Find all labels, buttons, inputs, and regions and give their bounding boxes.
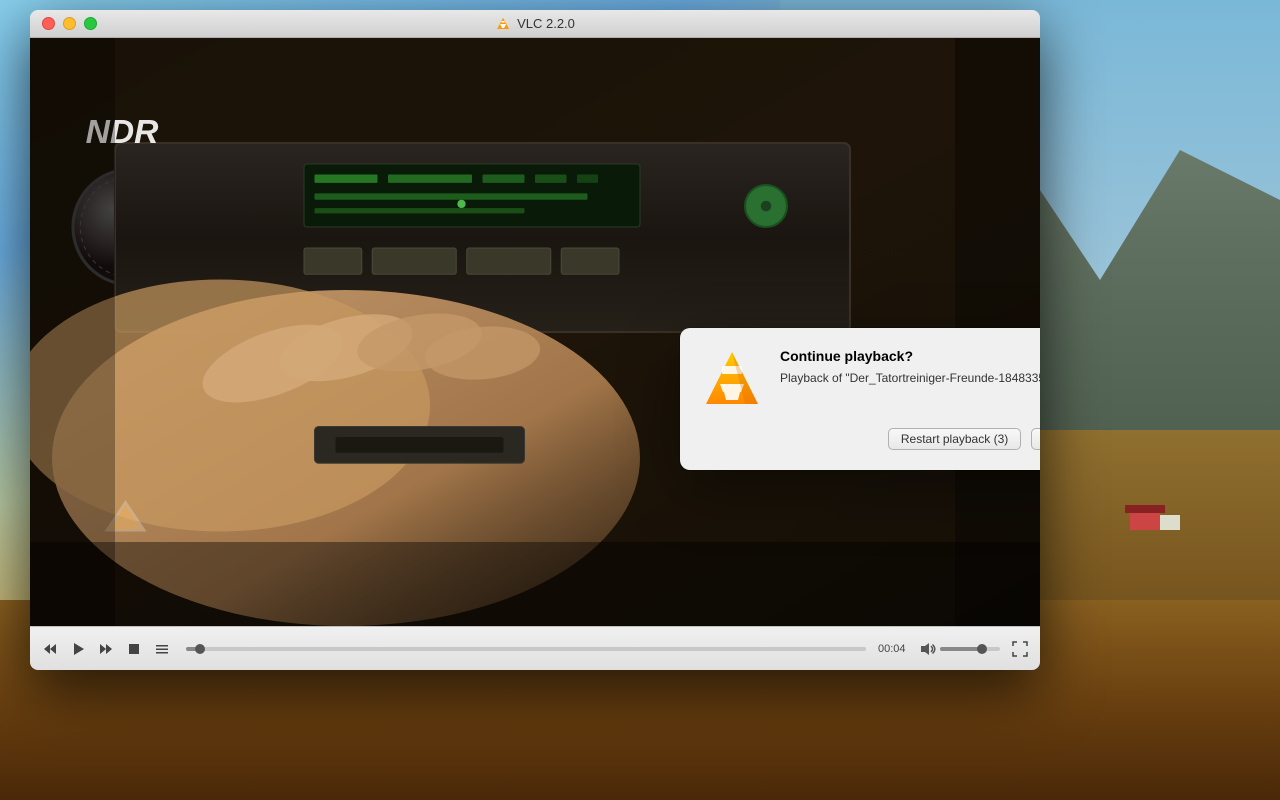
video-area[interactable]: NDR [30,38,1040,626]
video-frame: NDR [30,38,1040,626]
rewind-button[interactable] [38,637,62,661]
window-title-area: VLC 2.2.0 [495,16,575,32]
controls-bar: 00:04 [30,626,1040,670]
title-bar: VLC 2.2.0 [30,10,1040,38]
play-pause-button[interactable] [66,637,90,661]
fast-forward-button[interactable] [94,637,118,661]
minimize-button[interactable] [63,17,76,30]
volume-control [920,642,1000,656]
desktop: VLC 2.2.0 [0,0,1280,800]
dialog-overlay: Continue playback? Playback of "Der_Tato… [30,38,1040,626]
fullscreen-button[interactable] [1008,637,1032,661]
continue-playback-dialog: Continue playback? Playback of "Der_Tato… [680,328,1040,470]
progress-bar[interactable] [186,647,866,651]
playlist-button[interactable] [150,637,174,661]
always-continue-button[interactable]: Always continue [1031,428,1040,450]
rewind-icon [43,642,57,656]
volume-fill [940,647,982,651]
play-icon [71,642,85,656]
vlc-title-icon [495,16,511,32]
volume-icon [920,642,936,656]
restart-playback-button[interactable]: Restart playback (3) [888,428,1021,450]
volume-bar[interactable] [940,647,1000,651]
progress-thumb [195,644,205,654]
time-display: 00:04 [878,643,916,655]
traffic-lights [42,17,97,30]
playlist-icon [155,642,169,656]
stop-button[interactable] [122,637,146,661]
close-button[interactable] [42,17,55,30]
fullscreen-icon [1012,641,1028,657]
dialog-buttons: Restart playback (3) Always continue Con… [700,428,1040,450]
dialog-title: Continue playback? [780,348,1040,364]
maximize-button[interactable] [84,17,97,30]
fast-forward-icon [99,642,113,656]
dialog-content: Continue playback? Playback of "Der_Tato… [700,348,1040,412]
stop-icon [127,642,141,656]
vlc-window: VLC 2.2.0 [30,10,1040,670]
window-title: VLC 2.2.0 [517,16,575,31]
dialog-text-area: Continue playback? Playback of "Der_Tato… [780,348,1040,387]
dialog-vlc-icon [700,348,764,412]
dialog-message: Playback of "Der_Tatortreiniger-Freunde-… [780,370,1040,387]
volume-thumb [977,644,987,654]
